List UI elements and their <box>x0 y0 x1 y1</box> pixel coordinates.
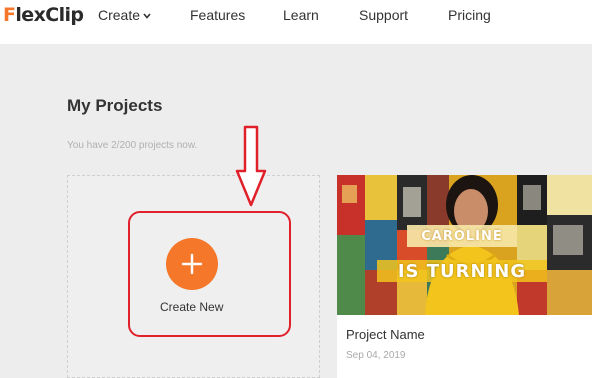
project-card[interactable]: CAROLINE IS TURNING Project Name Sep 04,… <box>337 175 592 378</box>
top-navbar: FlexClip Create Features Learn Support P… <box>0 0 592 44</box>
project-thumbnail[interactable]: CAROLINE IS TURNING <box>337 175 592 315</box>
nav-features[interactable]: Features <box>190 7 245 23</box>
down-arrow-annotation-icon <box>235 125 267 207</box>
chevron-down-icon <box>143 13 151 19</box>
nav-learn[interactable]: Learn <box>283 7 319 23</box>
nav-create-label: Create <box>98 7 141 23</box>
nav-support[interactable]: Support <box>359 7 408 23</box>
logo-text: lexClip <box>15 4 84 26</box>
plus-icon <box>181 253 203 275</box>
nav-pricing[interactable]: Pricing <box>448 7 491 23</box>
create-new-label[interactable]: Create New <box>160 300 223 314</box>
logo-initial: F <box>3 4 16 26</box>
create-new-button[interactable] <box>166 238 218 290</box>
nav-create[interactable]: Create <box>98 7 151 23</box>
page-title: My Projects <box>67 96 163 115</box>
project-count-text: You have 2/200 projects now. <box>67 140 198 151</box>
project-date: Sep 04, 2019 <box>346 350 406 361</box>
thumbnail-title-line1: CAROLINE <box>421 228 503 244</box>
thumbnail-title-line2: IS TURNING <box>397 260 527 282</box>
project-name[interactable]: Project Name <box>346 327 425 342</box>
flexclip-logo[interactable]: FlexClip <box>3 4 84 26</box>
